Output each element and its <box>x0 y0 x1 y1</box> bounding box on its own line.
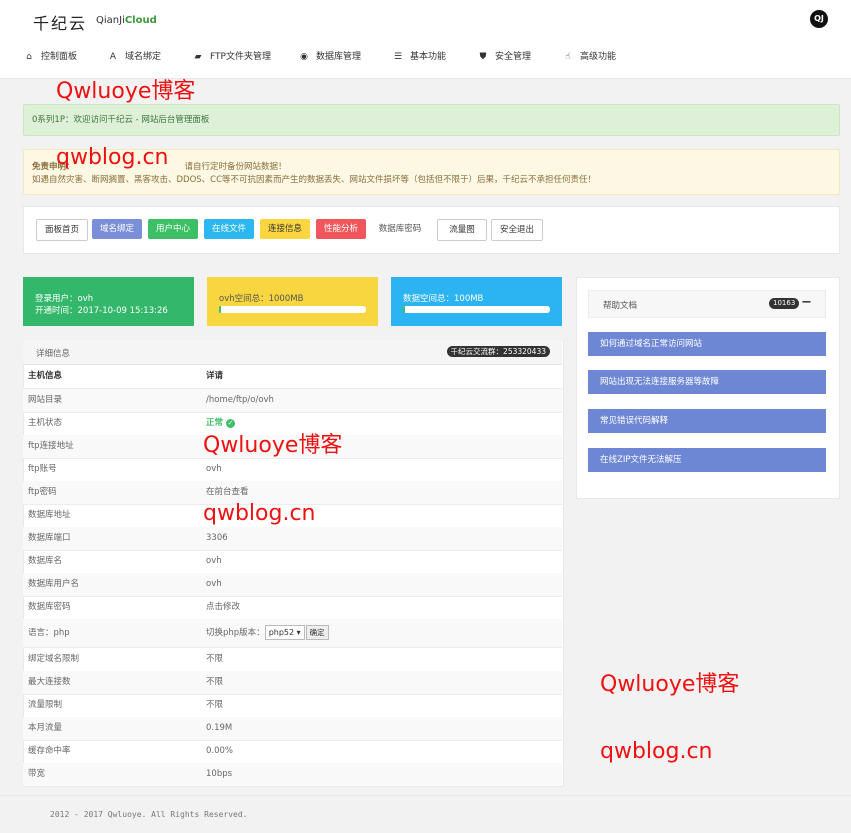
help-count-badge: 10163 <box>769 298 800 309</box>
folder-icon: ▰ <box>194 52 202 62</box>
db-space-card: 数据空间总：100MB <box>391 277 562 326</box>
table-header: 主机信息 详请 <box>23 365 562 389</box>
list-icon: ☰ <box>393 52 403 62</box>
logo-subtitle: QianJiCloud <box>96 15 157 26</box>
qq-group-badge: 千纪云交流群：253320433 <box>446 346 550 357</box>
collapse-icon[interactable]: − <box>801 295 812 310</box>
web-space-card: ovh空间总：1000MB <box>207 277 378 326</box>
change-db-password-link[interactable]: 点击修改 <box>206 596 240 619</box>
table-row: 网站目录/home/ftp/o/ovh <box>23 389 562 413</box>
top-bar: 千纪云 QianJiCloud QJ ⌂ 控制面板 A 域名绑定 ▰ FTP文件夹管理… <box>0 0 851 79</box>
online-files-button[interactable]: 在线文件 <box>204 219 254 239</box>
nav-database[interactable]: ◉ 数据库管理 <box>298 48 361 66</box>
table-row: 数据库密码 点击修改 <box>23 596 562 620</box>
domain-bind-button[interactable]: 域名绑定 <box>92 219 142 239</box>
table-row: 语言：php 切换php版本： php52 ▾ 确定 <box>23 619 562 648</box>
watermark-url: qwblog.cn <box>600 739 713 764</box>
table-row: 最大连接数 不限 <box>23 671 562 695</box>
watermark-url: qwblog.cn <box>56 145 169 170</box>
watermark-url: qwblog.cn <box>203 501 316 526</box>
nav-basic-functions[interactable]: ☰ 基本功能 <box>392 48 446 66</box>
table-row: 数据库用户名 ovh <box>23 573 562 597</box>
watermark-text: Qwluoye博客 <box>56 79 196 104</box>
copyright-text: 2012 - 2017 Qwluoye. All Rights Reserved… <box>50 810 248 819</box>
help-link-zip-extract[interactable]: 在线ZIP文件无法解压 <box>588 448 826 472</box>
help-link-server-fault[interactable]: 网站出现无法连接服务器等故障 <box>588 370 826 394</box>
db-space-progress <box>403 306 550 313</box>
nav-domain-binding[interactable]: A 域名绑定 <box>107 48 161 66</box>
db-password-button[interactable]: 数据库密码 <box>372 219 428 239</box>
logout-button[interactable]: 安全退出 <box>491 219 543 241</box>
connection-info-button[interactable]: 连接信息 <box>260 219 310 239</box>
detail-title: 详细信息 <box>36 349 71 359</box>
table-row: 本月流量 0.19M <box>23 717 562 741</box>
logo[interactable]: 千纪云 <box>33 10 87 34</box>
help-link-error-codes[interactable]: 常见错误代码解释 <box>588 409 826 433</box>
php-confirm-button[interactable]: 确定 <box>305 625 329 640</box>
web-space-progress <box>219 306 366 313</box>
table-row: 流量限制 不限 <box>23 694 562 718</box>
traffic-chart-button[interactable]: 流量图 <box>437 219 487 241</box>
table-row: 数据库名 ovh <box>23 550 562 574</box>
user-stat-card: 登录用户：ovh 开通时间：2017-10-09 15:13:26 <box>23 277 194 326</box>
home-icon: ⌂ <box>26 52 32 62</box>
help-link-domain-access[interactable]: 如何通过域名正常访问网站 <box>588 332 826 356</box>
table-row: ftp账号 ovh <box>23 458 562 482</box>
help-title: 帮助文档 <box>603 301 638 311</box>
footer: 2012 - 2017 Qwluoye. All Rights Reserved… <box>0 795 851 833</box>
nav-dashboard[interactable]: ⌂ 控制面板 <box>23 48 77 66</box>
table-row: 缓存命中率 0.00% <box>23 740 562 764</box>
translate-icon: A <box>109 52 117 62</box>
performance-button[interactable]: 性能分析 <box>316 219 366 239</box>
quick-actions-panel <box>23 206 840 254</box>
nav-advanced[interactable]: ☝ 高级功能 <box>562 48 616 66</box>
hand-icon: ☝ <box>565 52 571 62</box>
table-row: 绑定域名限制 不限 <box>23 648 562 672</box>
shield-icon: ⛊ <box>479 52 487 62</box>
table-row: 带宽 10bps <box>23 763 562 786</box>
web-space-progress-fill <box>219 306 221 313</box>
php-version-select[interactable]: php52 ▾ <box>264 625 305 640</box>
help-header: 帮助文档 10163 − <box>588 290 826 318</box>
table-row: 数据库端口 3306 <box>23 527 562 551</box>
db-space-progress-fill <box>403 306 405 313</box>
welcome-alert: 0系列1P：欢迎访问千纪云 - 网站后台管理面板 <box>23 104 840 136</box>
home-panel-button[interactable]: 面板首页 <box>36 219 88 241</box>
eye-icon: ◉ <box>300 52 308 62</box>
watermark-text: Qwluoye博客 <box>600 672 740 697</box>
nav-ftp-folder[interactable]: ▰ FTP文件夹管理 <box>192 48 271 66</box>
user-center-button[interactable]: 用户中心 <box>148 219 198 239</box>
nav-security[interactable]: ⛊ 安全管理 <box>477 48 531 66</box>
watermark-text: Qwluoye博客 <box>203 433 343 458</box>
avatar[interactable]: QJ <box>810 10 828 28</box>
